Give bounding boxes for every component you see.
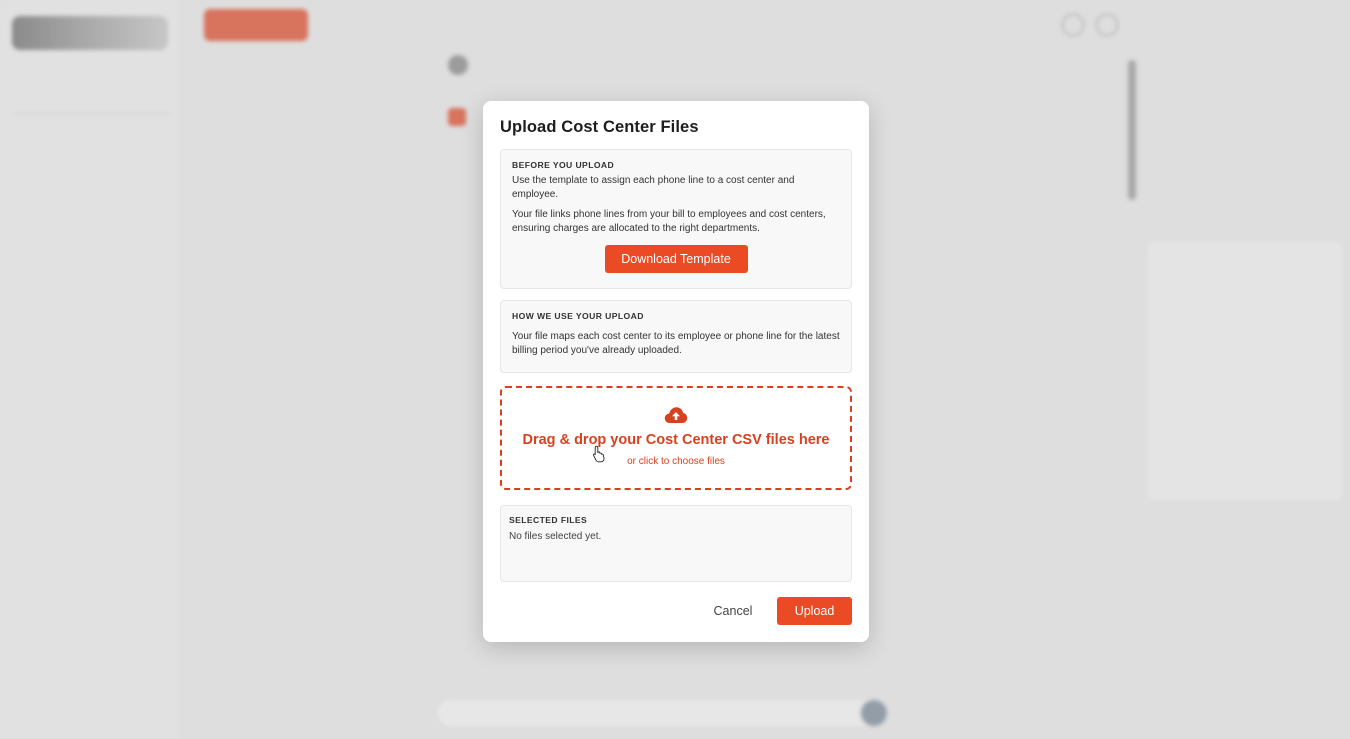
- download-template-button[interactable]: Download Template: [604, 245, 748, 273]
- before-upload-text-1: Use the template to assign each phone li…: [512, 175, 795, 200]
- dropzone-sub-text[interactable]: or click to choose files: [502, 456, 850, 467]
- upload-button[interactable]: Upload: [777, 597, 852, 625]
- modal-title: Upload Cost Center Files: [500, 118, 699, 136]
- selected-files-box: SELECTED FILES No files selected yet.: [500, 505, 852, 582]
- hand-cursor-icon: [593, 445, 605, 463]
- how-we-use-heading: HOW WE USE YOUR UPLOAD: [512, 311, 644, 321]
- file-dropzone[interactable]: Drag & drop your Cost Center CSV files h…: [500, 386, 852, 490]
- cloud-upload-icon: [664, 407, 688, 423]
- selected-files-heading: SELECTED FILES: [509, 515, 588, 525]
- before-upload-box: BEFORE YOU UPLOAD Use the template to as…: [500, 149, 852, 289]
- selected-files-empty-text: No files selected yet.: [509, 531, 602, 542]
- before-upload-heading: BEFORE YOU UPLOAD: [512, 160, 615, 170]
- cancel-button[interactable]: Cancel: [700, 597, 766, 625]
- dropzone-main-text: Drag & drop your Cost Center CSV files h…: [522, 432, 830, 448]
- how-we-use-text: Your file maps each cost center to its e…: [512, 331, 840, 356]
- how-we-use-box: HOW WE USE YOUR UPLOAD Your file maps ea…: [500, 300, 852, 373]
- upload-modal: Upload Cost Center Files BEFORE YOU UPLO…: [483, 101, 869, 642]
- before-upload-text-2: Your file links phone lines from your bi…: [512, 209, 826, 234]
